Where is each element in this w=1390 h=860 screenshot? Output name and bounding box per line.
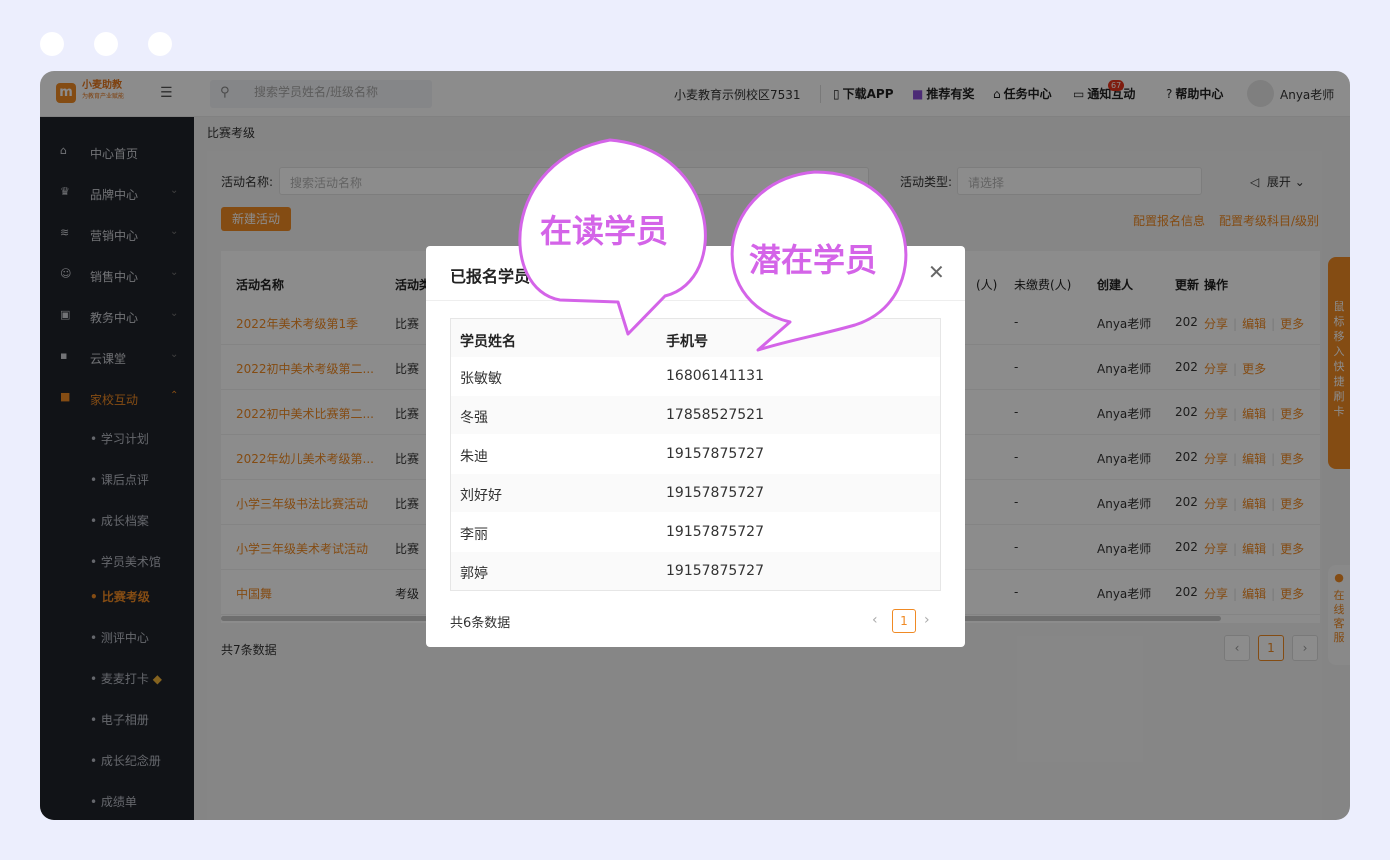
speech-bubbles xyxy=(518,138,908,352)
bubble-potential-students: 潜在学员 xyxy=(749,241,878,279)
bubble-current-students: 在读学员 xyxy=(540,212,669,250)
